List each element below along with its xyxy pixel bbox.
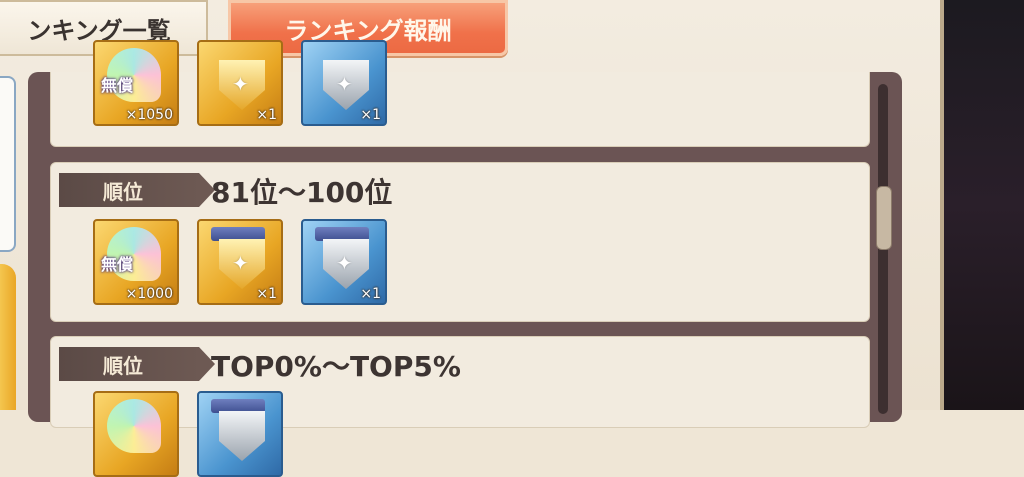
scrollbar-thumb[interactable] [876,186,892,250]
medal-clip [211,227,265,241]
rank-range: TOP0%～TOP5% [211,350,461,383]
medal-clip [315,227,369,241]
reward-row: 無償 ×1050 ✦ ×1 ✦ ×1 [50,40,870,147]
item-quantity: ×1 [256,107,277,123]
silver-medal-icon [219,411,265,461]
medal-clip [211,399,265,413]
rank-label: 順位 [103,179,143,204]
star-icon: ✦ [336,251,353,275]
reward-item[interactable]: 無償 ×1000 [93,219,179,305]
rank-label: 順位 [103,353,143,378]
reward-item[interactable] [197,391,283,477]
rank-range: 81位～100位 [211,176,393,209]
side-gold-ornament [0,264,16,410]
background-scene [940,0,1024,410]
reward-item[interactable]: ✦ ×1 [197,219,283,305]
star-icon: ✦ [232,251,249,275]
reward-item[interactable]: ✦ ×1 [197,40,283,126]
reward-row: 順位 81位～100位 無償 ×1000 ✦ ×1 ✦ ×1 [50,162,870,322]
reward-item[interactable]: ✦ ×1 [301,40,387,126]
item-quantity: ×1050 [125,107,173,123]
free-label: 無償 [101,255,134,274]
star-icon: ✦ [232,72,249,96]
item-quantity: ×1000 [125,286,173,302]
item-quantity: ×1 [256,286,277,302]
side-panel-edge [0,76,16,252]
item-quantity: ×1 [360,107,381,123]
item-quantity: ×1 [360,286,381,302]
reward-item[interactable] [93,391,179,477]
reward-item[interactable]: 無償 ×1050 [93,40,179,126]
free-label: 無償 [101,76,134,95]
free-gem-icon [107,399,161,453]
rank-badge: 順位 [59,173,215,207]
reward-item[interactable]: ✦ ×1 [301,219,387,305]
rank-badge: 順位 [59,347,215,381]
star-icon: ✦ [336,72,353,96]
reward-row: 順位 TOP0%～TOP5% [50,336,870,477]
